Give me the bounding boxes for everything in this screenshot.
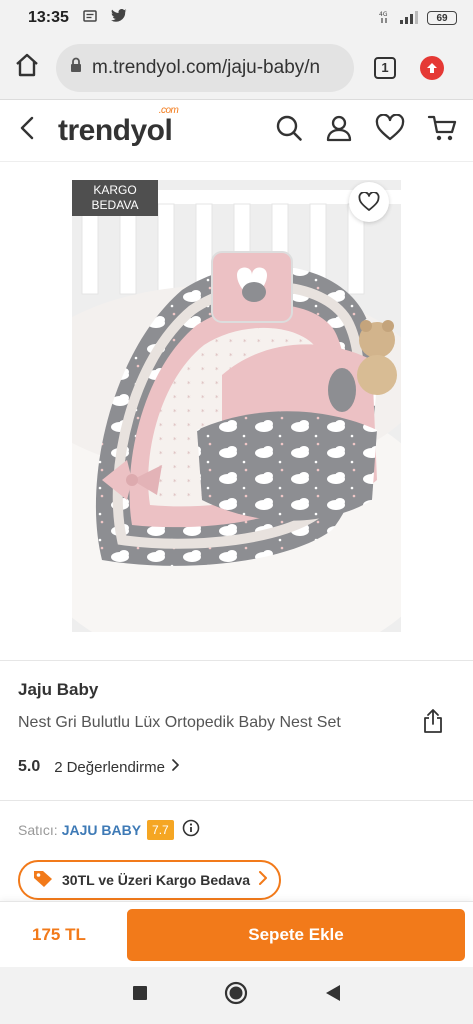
tag-icon [32,868,54,893]
chevron-right-icon [258,870,268,890]
url-text: m.trendyol.com/jaju-baby/n [92,56,321,78]
info-icon[interactable] [182,819,200,840]
product-price: 175 TL [32,924,86,944]
add-to-cart-button[interactable]: Sepete Ekle [127,908,465,961]
back-triangle-icon[interactable] [324,984,342,1007]
update-icon[interactable] [420,55,444,80]
battery-icon: 69 [427,11,457,25]
section-divider [0,660,473,661]
system-nav-bar [0,967,473,1024]
cart-icon[interactable] [427,114,457,147]
browser-toolbar: m.trendyol.com/jaju-baby/n 1 [0,36,473,100]
review-count: 2 [54,758,63,776]
shipping-promo-button[interactable]: 30TL ve Üzeri Kargo Bedava [18,860,282,900]
trendyol-logo[interactable]: trendyol .com [58,105,179,148]
home-icon[interactable] [12,50,42,85]
status-bar: 13:35 4G 69 [0,0,473,36]
seller-label: Satıcı: [18,821,58,838]
favorites-icon[interactable] [375,113,405,147]
tab-switcher-button[interactable]: 1 [374,56,396,79]
section-divider [0,800,473,801]
svg-text:4G: 4G [379,11,388,18]
product-photo: * [72,180,401,632]
message-icon [83,9,97,27]
address-bar[interactable]: m.trendyol.com/jaju-baby/n [56,43,354,92]
seller-score-badge: 7.7 [147,819,174,840]
logo-suffix: .com [158,104,179,116]
signal-icon [399,10,419,27]
share-icon[interactable] [422,708,444,739]
chevron-right-icon [171,758,179,776]
product-brand[interactable]: Jaju Baby [18,680,98,700]
shipping-promo-text: 30TL ve Üzeri Kargo Bedava [62,872,251,888]
review-label: Değerlendirme [66,758,165,776]
purchase-bar: 175 TL Sepete Ekle [0,901,473,967]
status-time: 13:35 [28,9,69,26]
product-name: Nest Gri Bulutlu Lüx Ortopedik Baby Nest… [18,714,341,731]
free-shipping-badge: KARGO BEDAVA [72,180,158,216]
heart-icon[interactable] [349,182,389,222]
rating-summary[interactable]: 5.0 2 Değerlendirme [18,758,179,776]
lock-icon [70,57,82,78]
home-circle-icon[interactable] [224,981,248,1010]
twitter-icon [110,9,127,27]
seller-name-link[interactable]: JAJU BABY [62,822,141,838]
recents-icon[interactable] [132,985,148,1006]
account-icon[interactable] [325,114,353,147]
logo-text: trendyol [58,113,173,147]
network-icon: 4G [379,10,391,27]
seller-info: Satıcı: JAJU BABY 7.7 [18,819,200,840]
rating-value: 5.0 [18,758,41,775]
back-icon[interactable] [16,115,38,146]
site-header: trendyol .com [0,100,473,162]
product-image[interactable]: * [72,180,401,632]
search-icon[interactable] [275,114,303,147]
